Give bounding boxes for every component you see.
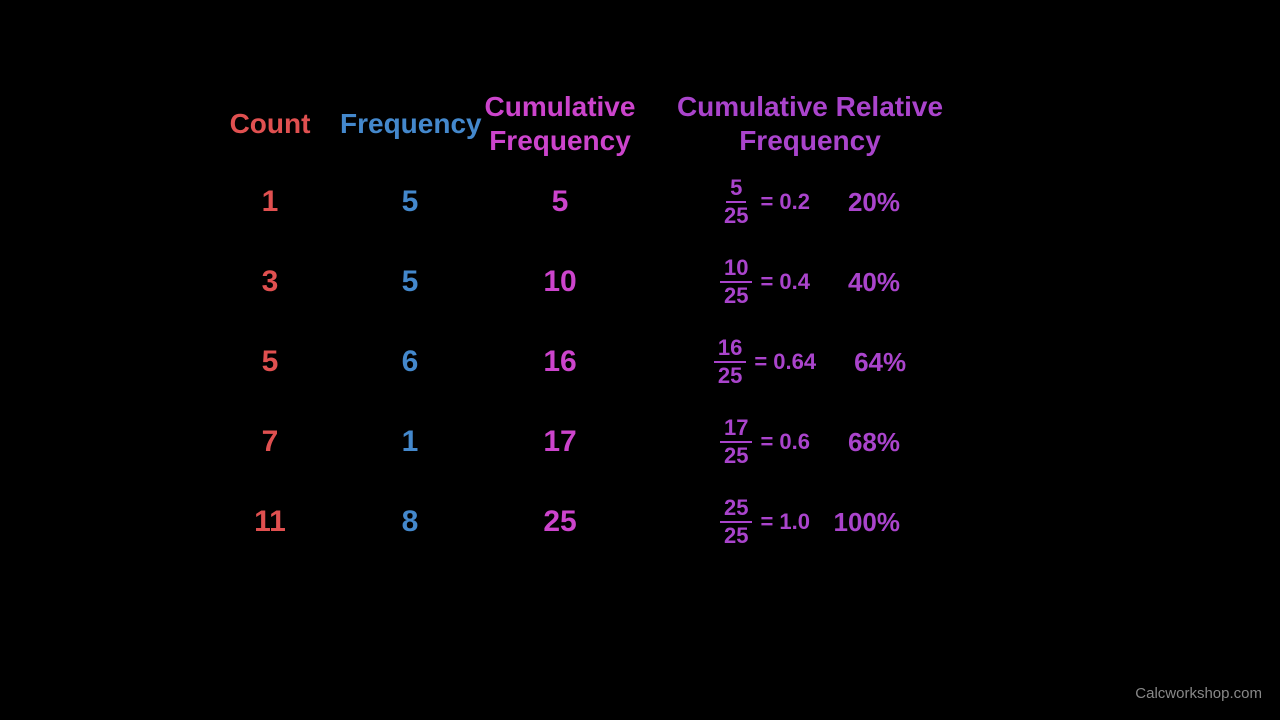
fraction: 5 25 xyxy=(720,175,752,230)
header-count: Count xyxy=(200,108,340,140)
cell-frequency: 5 xyxy=(340,265,480,299)
fraction-denominator: 25 xyxy=(714,363,746,389)
fraction: 10 25 xyxy=(720,255,752,310)
cell-cumulative-relative-frequency: 16 25 = 0.64 64% xyxy=(640,335,980,390)
cell-frequency: 8 xyxy=(340,505,480,539)
fraction-denominator: 25 xyxy=(720,523,752,549)
fraction-numerator: 25 xyxy=(720,495,752,523)
cell-cumulative-frequency: 25 xyxy=(480,505,640,539)
fraction-denominator: 25 xyxy=(720,443,752,469)
cell-cumulative-relative-frequency: 25 25 = 1.0 100% xyxy=(640,495,980,550)
table-row: 7 1 17 17 25 = 0.6 68% xyxy=(200,407,1080,477)
table-row: 5 6 16 16 25 = 0.64 64% xyxy=(200,327,1080,397)
cell-cumulative-frequency: 10 xyxy=(480,265,640,299)
cell-cumulative-relative-frequency: 10 25 = 0.4 40% xyxy=(640,255,980,310)
cell-cumulative-frequency: 16 xyxy=(480,345,640,379)
header-cumulative-frequency: CumulativeFrequency xyxy=(480,90,640,157)
watermark: Calcworkshop.com xyxy=(1135,685,1262,702)
fraction-numerator: 10 xyxy=(720,255,752,283)
decimal-value: = 0.4 xyxy=(760,269,810,295)
table-row: 11 8 25 25 25 = 1.0 100% xyxy=(200,487,1080,557)
cell-count: 1 xyxy=(200,185,340,219)
cell-cumulative-frequency: 17 xyxy=(480,425,640,459)
header-cumulative-relative-frequency: Cumulative RelativeFrequency xyxy=(640,90,980,157)
data-rows: 1 5 5 5 25 = 0.2 20% 3 5 10 10 25 = 0.4 xyxy=(200,167,1080,557)
fraction-denominator: 25 xyxy=(720,283,752,309)
cell-frequency: 5 xyxy=(340,185,480,219)
cell-frequency: 6 xyxy=(340,345,480,379)
percent-value: 100% xyxy=(830,507,900,538)
percent-value: 64% xyxy=(836,347,906,378)
fraction: 25 25 xyxy=(720,495,752,550)
percent-value: 40% xyxy=(830,267,900,298)
table-row: 3 5 10 10 25 = 0.4 40% xyxy=(200,247,1080,317)
fraction-expression: 10 25 = 0.4 xyxy=(720,255,810,310)
fraction-expression: 16 25 = 0.64 xyxy=(714,335,816,390)
fraction: 16 25 xyxy=(714,335,746,390)
cell-count: 3 xyxy=(200,265,340,299)
fraction-numerator: 17 xyxy=(720,415,752,443)
decimal-value: = 0.2 xyxy=(760,189,810,215)
cell-count: 5 xyxy=(200,345,340,379)
fraction-expression: 5 25 = 0.2 xyxy=(720,175,810,230)
percent-value: 68% xyxy=(830,427,900,458)
fraction-expression: 17 25 = 0.6 xyxy=(720,415,810,470)
header-frequency: Frequency xyxy=(340,108,480,140)
decimal-value: = 0.64 xyxy=(754,349,816,375)
fraction: 17 25 xyxy=(720,415,752,470)
fraction-numerator: 5 xyxy=(726,175,746,203)
decimal-value: = 0.6 xyxy=(760,429,810,455)
fraction-numerator: 16 xyxy=(714,335,746,363)
fraction-denominator: 25 xyxy=(720,203,752,229)
cell-frequency: 1 xyxy=(340,425,480,459)
cell-cumulative-frequency: 5 xyxy=(480,185,640,219)
decimal-value: = 1.0 xyxy=(760,509,810,535)
frequency-table: Count Frequency CumulativeFrequency Cumu… xyxy=(200,90,1080,567)
cell-count: 11 xyxy=(200,505,340,539)
fraction-expression: 25 25 = 1.0 xyxy=(720,495,810,550)
header-row: Count Frequency CumulativeFrequency Cumu… xyxy=(200,90,1080,157)
cell-count: 7 xyxy=(200,425,340,459)
cell-cumulative-relative-frequency: 5 25 = 0.2 20% xyxy=(640,175,980,230)
percent-value: 20% xyxy=(830,187,900,218)
cell-cumulative-relative-frequency: 17 25 = 0.6 68% xyxy=(640,415,980,470)
table-row: 1 5 5 5 25 = 0.2 20% xyxy=(200,167,1080,237)
